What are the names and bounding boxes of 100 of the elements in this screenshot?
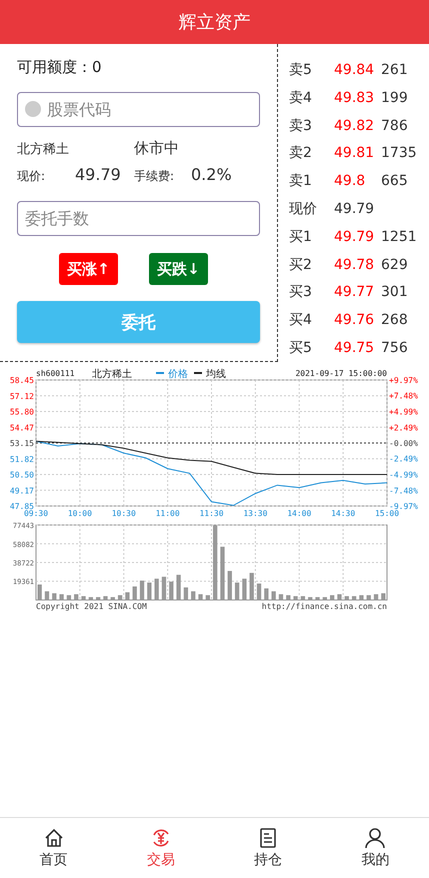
axis-label: 14:00 (287, 509, 312, 518)
source-link[interactable]: http://finance.sina.com.cn (262, 602, 387, 611)
volume-bar (103, 596, 108, 600)
axis-label: 50.50 (10, 470, 34, 480)
quote-volume: 629 (381, 256, 408, 273)
axis-label: 14:30 (331, 509, 356, 518)
axis-label: -7.48% (389, 486, 418, 496)
axis-label: 47.85 (10, 502, 34, 511)
quote-label: 买3 (289, 283, 313, 302)
axis-label: 55.80 (10, 408, 34, 416)
legend-item: 价格 (156, 369, 188, 380)
tab-item[interactable]: 我的 (322, 818, 429, 878)
volume-bar (256, 584, 262, 600)
volume-bar (206, 595, 210, 600)
quote-label: 卖2 (289, 144, 313, 162)
axis-label: 11:00 (156, 509, 180, 518)
quote-label: 现价 (289, 200, 318, 218)
volume-bar (88, 597, 93, 600)
home-icon (42, 827, 65, 849)
volume-bar (381, 593, 386, 600)
available-amount: 可用额度：0 (17, 58, 103, 77)
quote-label: 买2 (289, 256, 313, 274)
axis-label: 11:30 (199, 509, 224, 518)
volume-bar (293, 596, 298, 600)
quote-label: 卖1 (289, 172, 313, 190)
volume-bar (81, 596, 86, 600)
quote-volume: 1735 (381, 145, 417, 162)
quote-volume: 1251 (381, 228, 417, 245)
axis-label: 51.82 (10, 454, 34, 464)
volume-bar (44, 591, 50, 600)
quote-volume: 261 (381, 62, 408, 78)
quote-price: 49.75 (334, 340, 376, 356)
volume-bar (242, 578, 247, 600)
volume-bar (374, 594, 378, 600)
quote-volume: 665 (381, 173, 408, 190)
volume-bar (66, 595, 72, 600)
market-status: 休市中 (134, 139, 179, 158)
volume-bar (140, 580, 144, 600)
buy-down-button[interactable]: 买跌↓ (149, 253, 208, 285)
volume-bar (132, 586, 137, 600)
volume-bar (278, 594, 284, 600)
stock-code: sh600111 (36, 369, 75, 378)
tab-item[interactable]: 首页 (0, 818, 108, 878)
volume-bar (366, 595, 371, 600)
quote-price: 49.79 (334, 200, 376, 217)
stock-name: 北方稀土 (17, 141, 70, 158)
volume-bar (220, 546, 225, 600)
axis-label: +4.99% (389, 407, 418, 416)
tab-item[interactable]: 交易 (107, 818, 214, 878)
quote-price: 49.77 (334, 284, 376, 300)
volume-bar (59, 594, 64, 600)
volume-bar (264, 588, 268, 600)
axis-label: 09:30 (24, 509, 48, 518)
axis-label: +9.97% (389, 376, 418, 385)
axis-label: +2.49% (389, 423, 418, 432)
header-title: 辉立资产 (178, 11, 250, 34)
price-label: 现价: (17, 168, 46, 185)
volume-bar (110, 597, 115, 600)
axis-label: 10:00 (68, 509, 92, 518)
volume-bar (154, 578, 159, 600)
axis-label: 54.47 (10, 423, 34, 432)
axis-label: -0.00% (389, 439, 418, 448)
volume-bar (300, 596, 306, 600)
volume-bar (74, 594, 78, 600)
stock-code-field[interactable]: 股票代码 (17, 92, 260, 127)
legend-item: 均线 (194, 369, 226, 380)
buy-up-button[interactable]: 买涨↑ (59, 253, 118, 285)
quote-volume: 756 (381, 340, 408, 356)
quote-volume: 301 (381, 284, 408, 300)
volume-bar (52, 593, 56, 600)
volume-bar (286, 595, 290, 600)
quote-volume: 268 (381, 312, 408, 328)
volume-bar (169, 582, 174, 600)
quote-price: 49.81 (334, 145, 376, 162)
axis-label: -9.97% (389, 502, 418, 511)
volume-bar (96, 597, 100, 600)
quote-price: 49.83 (334, 90, 376, 106)
axis-label: 58.45 (10, 376, 34, 385)
axis-label: 15:00 (374, 509, 400, 518)
quote-volume: 786 (381, 118, 408, 134)
quote-price: 49.84 (334, 62, 376, 78)
axis-label: 57.12 (10, 392, 34, 401)
tab-item[interactable]: 持仓 (214, 818, 322, 878)
volume-bar (352, 596, 356, 600)
volume-bar (38, 584, 42, 600)
legend-label: 价格 (167, 368, 188, 380)
quote-volume: 199 (381, 90, 408, 106)
axis-label: 13:30 (243, 509, 268, 518)
lots-field[interactable]: 委托手数 (17, 201, 260, 236)
axis-label: -2.49% (389, 454, 418, 464)
volume-bar (359, 595, 364, 600)
stock-name: 北方稀土 (92, 369, 132, 380)
quote-label: 买5 (289, 339, 313, 358)
quote-label: 卖3 (289, 116, 313, 135)
volume-bar (308, 597, 312, 600)
volume-bar (315, 597, 320, 600)
volume-bar (191, 591, 196, 600)
volume-bar (234, 582, 240, 600)
volume-bar (176, 574, 181, 600)
price-value: 49.79 (75, 165, 122, 184)
